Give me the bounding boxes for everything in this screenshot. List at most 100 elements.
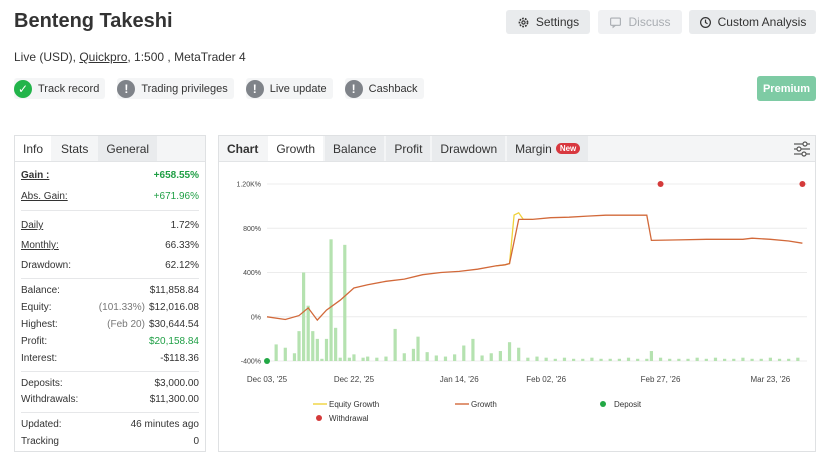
- stat-label[interactable]: Daily: [21, 220, 43, 231]
- exclamation-icon: !: [344, 79, 363, 98]
- stat-label: Deposits:: [21, 378, 63, 389]
- stat-value: +671.96%: [153, 191, 199, 202]
- tab-stats[interactable]: Stats: [53, 136, 97, 161]
- bar: [315, 338, 319, 361]
- stat-label[interactable]: Monthly:: [21, 240, 59, 251]
- tab-info[interactable]: Info: [15, 136, 52, 161]
- bar: [599, 358, 603, 361]
- stat-value: $11,858.84: [149, 285, 199, 296]
- trading-privileges-badge[interactable]: ! Trading privileges: [117, 78, 234, 99]
- clock-icon: [699, 16, 711, 28]
- divider: [21, 371, 199, 372]
- stat-label: Withdrawals:: [21, 394, 79, 405]
- stat-value: -$118.36: [160, 353, 199, 364]
- bar: [535, 356, 539, 361]
- stats-tabs: Info Stats General: [15, 136, 205, 162]
- y-tick-label: 1.20K%: [236, 182, 261, 189]
- comment-icon: [610, 16, 622, 28]
- bar: [636, 358, 640, 361]
- bar: [768, 357, 772, 361]
- tab-margin[interactable]: Margin New: [507, 136, 589, 161]
- bar: [343, 244, 347, 361]
- bar: [480, 355, 484, 361]
- tab-profit[interactable]: Profit: [386, 136, 431, 161]
- tab-growth[interactable]: Growth: [268, 136, 324, 161]
- stat-interest: Interest: -$118.36: [21, 353, 199, 364]
- live-update-badge[interactable]: ! Live update: [245, 78, 333, 99]
- stat-drawdown: Drawdown: 62.12%: [21, 260, 199, 271]
- check-icon: ✓: [14, 79, 32, 98]
- tab-balance[interactable]: Balance: [325, 136, 385, 161]
- custom-analysis-button[interactable]: Custom Analysis: [689, 10, 816, 34]
- legend-swatch-deposit: [600, 401, 606, 407]
- stat-label: Equity:: [21, 302, 52, 313]
- bar: [489, 353, 493, 361]
- stat-deposits: Deposits: $3,000.00: [21, 378, 199, 389]
- bar: [393, 328, 397, 361]
- x-tick-label: Mar 23, '26: [750, 375, 790, 384]
- stat-label: Tracking: [21, 436, 59, 447]
- legend-deposit: Deposit: [614, 400, 642, 409]
- tab-chart[interactable]: Chart: [219, 136, 267, 161]
- sliders-icon: [794, 140, 810, 157]
- new-badge: New: [555, 143, 581, 154]
- cashback-badge[interactable]: ! Cashback: [344, 78, 424, 99]
- cashback-label: Cashback: [368, 82, 418, 95]
- stat-value: $11,300.00: [149, 394, 199, 405]
- x-tick-label: Feb 02, '26: [526, 375, 566, 384]
- discuss-button[interactable]: Discuss: [598, 10, 682, 34]
- x-tick-label: Feb 27, '26: [641, 375, 681, 384]
- stat-label: Updated:: [21, 419, 62, 430]
- x-tick-label: Dec 03, '25: [247, 375, 288, 384]
- bar: [658, 357, 663, 361]
- account-leverage-platform: , 1:500 , MetaTrader 4: [127, 50, 246, 64]
- bar: [787, 358, 791, 361]
- account-type: Live (USD),: [14, 50, 80, 64]
- bar: [402, 353, 406, 361]
- bar: [517, 347, 521, 361]
- bar: [581, 358, 585, 361]
- bar: [668, 358, 672, 361]
- tab-drawdown[interactable]: Drawdown: [432, 136, 506, 161]
- y-tick-label: 0%: [251, 314, 261, 321]
- bar: [453, 354, 457, 361]
- stat-value: $30,644.54: [148, 319, 199, 330]
- stat-gain: Gain : +658.55%: [21, 170, 199, 181]
- stat-highest: Highest: (Feb 20) $30,644.54: [21, 319, 199, 330]
- stat-label[interactable]: Abs. Gain:: [21, 191, 68, 202]
- stat-value: 46 minutes ago: [130, 419, 199, 430]
- bar: [686, 358, 690, 361]
- bar: [324, 338, 329, 361]
- settings-label: Settings: [535, 15, 580, 29]
- stat-value: 1.72%: [170, 220, 199, 231]
- stat-label[interactable]: Gain :: [21, 170, 49, 181]
- custom-analysis-label: Custom Analysis: [717, 15, 807, 29]
- legend-growth: Growth: [471, 400, 497, 409]
- track-record-label: Track record: [38, 82, 100, 95]
- gear-icon: [518, 17, 529, 27]
- account-subtitle: Live (USD), Quickpro, 1:500 , MetaTrader…: [14, 50, 246, 64]
- stat-daily: Daily 1.72%: [21, 220, 199, 231]
- chart-options-button[interactable]: [789, 136, 815, 161]
- bar: [649, 351, 654, 361]
- legend-withdrawal: Withdrawal: [329, 414, 369, 423]
- divider: [21, 278, 199, 279]
- stat-value: $3,000.00: [154, 378, 200, 389]
- stat-abs-gain: Abs. Gain: +671.96%: [21, 191, 199, 202]
- stat-label: Profit:: [21, 336, 48, 347]
- track-record-badge[interactable]: ✓ Track record: [14, 78, 106, 99]
- premium-button[interactable]: Premium: [757, 76, 816, 101]
- tab-general[interactable]: General: [98, 136, 158, 161]
- bar: [777, 358, 782, 361]
- bar: [306, 305, 310, 361]
- bar: [695, 357, 699, 361]
- bar: [750, 358, 754, 361]
- stat-equity: Equity: (101.33%) $12,016.08: [21, 302, 199, 313]
- settings-button[interactable]: Settings: [506, 10, 590, 34]
- discuss-label: Discuss: [628, 15, 671, 29]
- stat-withdrawals: Withdrawals: $11,300.00: [21, 394, 199, 405]
- bar: [677, 358, 681, 361]
- bar: [498, 351, 502, 361]
- broker-link[interactable]: Quickpro: [79, 50, 127, 64]
- growth-chart: 1.20K% 800% 400% 0% -400% Dec 03, '25 Dec 22,…: [236, 181, 807, 423]
